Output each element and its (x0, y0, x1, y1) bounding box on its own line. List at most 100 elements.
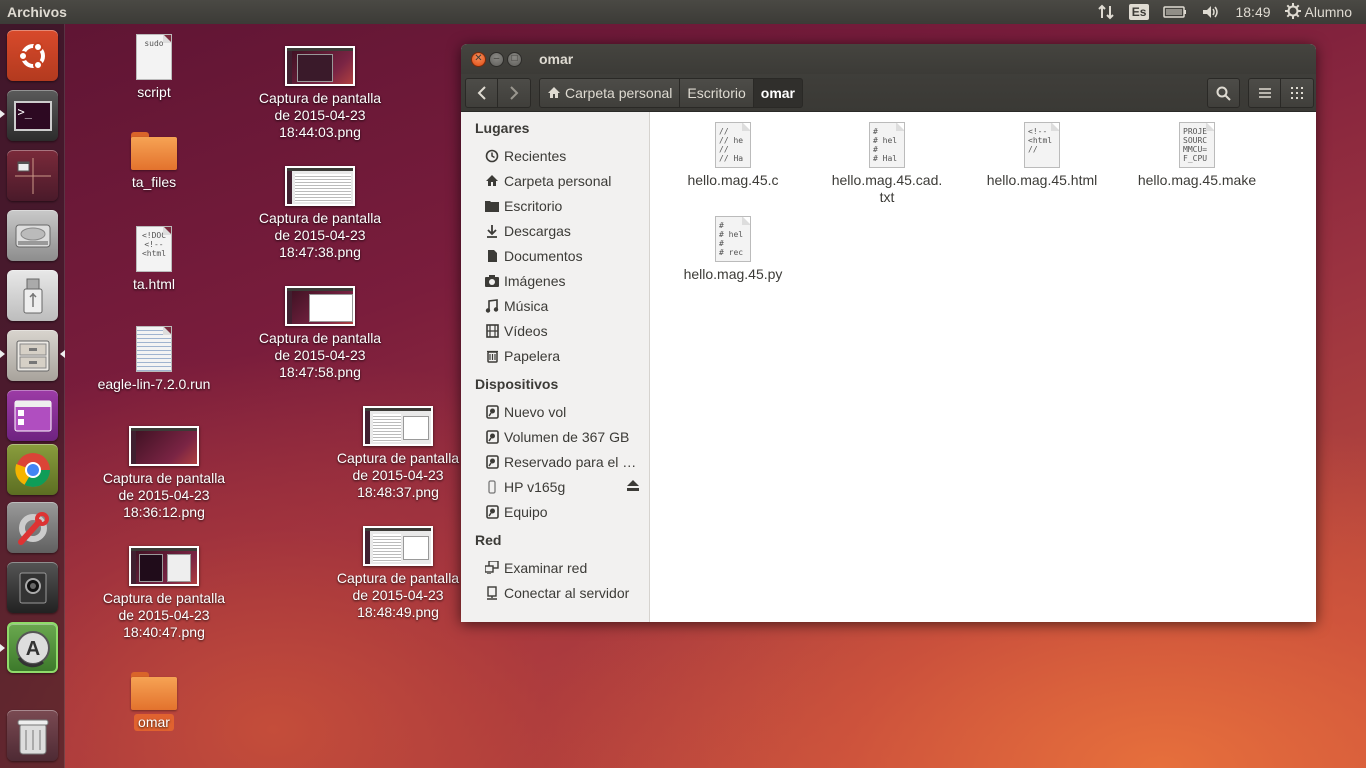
sidebar-item-descargas[interactable]: Descargas (461, 218, 649, 243)
image-thumbnail-icon (129, 426, 199, 466)
sidebar-item-label: Imágenes (504, 272, 566, 289)
back-button[interactable] (465, 77, 498, 108)
purple-app-icon[interactable] (7, 390, 58, 441)
terminal-icon[interactable]: >_ (7, 90, 58, 141)
file-manager-window: ✕ – □ omar Carpeta personal Escritorio o… (461, 44, 1316, 622)
file-manager-icon[interactable] (7, 330, 58, 381)
image-thumbnail-icon (285, 46, 355, 86)
window-titlebar[interactable]: ✕ – □ omar (461, 44, 1316, 74)
drive-icon (485, 454, 499, 469)
file-item[interactable]: # # hel # # Hal hello.mag.45.cad. txt (812, 122, 962, 206)
running-indicator (0, 110, 5, 118)
network-arrows-icon[interactable] (1097, 4, 1115, 20)
sidebar-item-conectar-servidor[interactable]: Conectar al servidor (461, 580, 649, 605)
sidebar-item-recientes[interactable]: Recientes (461, 143, 649, 168)
sidebar-item-volumen-367[interactable]: Volumen de 367 GB (461, 424, 649, 449)
eject-button[interactable] (627, 479, 639, 494)
desktop-folder-omar[interactable]: omar (114, 672, 194, 731)
clock[interactable]: 18:49 (1235, 4, 1270, 20)
folder-icon (131, 132, 177, 170)
sidebar-heading-places: Lugares (475, 120, 530, 136)
hard-drive-icon[interactable] (7, 210, 58, 261)
desktop-file-label: omar (134, 714, 174, 731)
sidebar-item-label: Vídeos (504, 322, 548, 339)
desktop-screenshot[interactable]: Captura de pantalla de 2015-04-23 18:44:… (245, 46, 395, 141)
desktop-folder-ta-files[interactable]: ta_files (114, 132, 194, 191)
sidebar-item-videos[interactable]: Vídeos (461, 318, 649, 343)
sidebar: Lugares Recientes Carpeta personal Escri… (461, 112, 650, 622)
volume-icon[interactable] (1201, 4, 1221, 20)
document-icon (485, 249, 499, 263)
sidebar-item-papelera[interactable]: Papelera (461, 343, 649, 368)
sidebar-item-carpeta-personal[interactable]: Carpeta personal (461, 168, 649, 193)
file-item[interactable]: // // he // // Ha hello.mag.45.c (658, 122, 808, 189)
forward-button[interactable] (498, 77, 531, 108)
desktop-screenshot[interactable]: Captura de pantalla de 2015-04-23 18:48:… (323, 526, 473, 621)
html-file-icon: <!-- <html // (1024, 122, 1060, 168)
session-menu[interactable]: Alumno (1284, 2, 1352, 22)
toolbar: Carpeta personal Escritorio omar (461, 74, 1316, 112)
search-button[interactable] (1207, 78, 1240, 108)
sidebar-item-musica[interactable]: Música (461, 293, 649, 318)
sidebar-item-hp-v165g[interactable]: HP v165g (461, 474, 649, 499)
sidebar-item-equipo[interactable]: Equipo (461, 499, 649, 524)
clock-icon (485, 149, 499, 163)
sidebar-item-nuevo-vol[interactable]: Nuevo vol (461, 399, 649, 424)
file-item[interactable]: PROJE SOURC MMCU= F_CPU hello.mag.45.mak… (1122, 122, 1272, 189)
sidebar-item-reservado[interactable]: Reservado para el … (461, 449, 649, 474)
sidebar-item-imagenes[interactable]: Imágenes (461, 268, 649, 293)
desktop-file-ta-html[interactable]: <!DOC <!-- <html ta.html (114, 226, 194, 293)
breadcrumb-home[interactable]: Carpeta personal (539, 77, 681, 108)
image-thumbnail-icon (285, 166, 355, 206)
desktop-file-script[interactable]: sudo script (114, 34, 194, 101)
breadcrumb-escritorio[interactable]: Escritorio (680, 77, 754, 108)
sidebar-item-label: Conectar al servidor (504, 584, 630, 601)
minimize-button[interactable]: – (489, 51, 504, 67)
file-name: hello.mag.45.c (687, 172, 779, 188)
text-file-icon: PROJE SOURC MMCU= F_CPU (1179, 122, 1215, 168)
chevron-left-icon (477, 85, 486, 100)
file-item[interactable]: <!-- <html // hello.mag.45.html (967, 122, 1117, 189)
desktop-screenshot[interactable]: Captura de pantalla de 2015-04-23 18:47:… (245, 286, 395, 381)
ubuntu-dash-icon[interactable] (7, 30, 58, 81)
chrome-icon[interactable] (7, 444, 58, 495)
app-menu-title[interactable]: Archivos (0, 4, 67, 20)
sidebar-item-label: HP v165g (504, 478, 566, 495)
window-title: omar (539, 51, 574, 67)
desktop-screenshot[interactable]: Captura de pantalla de 2015-04-23 18:48:… (323, 406, 473, 501)
top-panel: Archivos Es 18:49 Alumno (0, 0, 1366, 24)
file-name: hello.mag.45.cad. txt (831, 172, 943, 205)
usb-drive-icon[interactable] (7, 270, 58, 321)
workspace-switcher-icon[interactable] (7, 150, 58, 201)
desktop-screenshot[interactable]: Captura de pantalla de 2015-04-23 18:40:… (89, 546, 239, 641)
software-updater-icon[interactable]: A (7, 622, 58, 673)
desktop-screenshot[interactable]: Captura de pantalla de 2015-04-23 18:47:… (245, 166, 395, 261)
sidebar-item-label: Nuevo vol (504, 403, 567, 420)
music-note-icon (485, 298, 499, 313)
file-item[interactable]: # # hel # # rec hello.mag.45.py (658, 216, 808, 283)
folder-icon (131, 672, 177, 710)
sidebar-item-escritorio[interactable]: Escritorio (461, 193, 649, 218)
script-file-icon (136, 326, 172, 372)
maximize-button[interactable]: □ (507, 51, 522, 67)
grid-view-button[interactable] (1281, 78, 1314, 108)
grid-icon (1291, 87, 1303, 99)
sidebar-item-label: Descargas (504, 222, 571, 239)
sidebar-item-label: Recientes (504, 147, 567, 164)
desktop-file-eagle[interactable]: eagle-lin-7.2.0.run (84, 326, 224, 393)
battery-icon[interactable] (1163, 6, 1187, 18)
breadcrumb-label: Carpeta personal (565, 84, 673, 101)
sidebar-item-documentos[interactable]: Documentos (461, 243, 649, 268)
film-icon (485, 323, 499, 338)
desktop-file-label: script (137, 84, 171, 100)
list-view-button[interactable] (1248, 78, 1281, 108)
sidebar-item-examinar-red[interactable]: Examinar red (461, 555, 649, 580)
webcam-app-icon[interactable] (7, 562, 58, 613)
indicator-tray: Es 18:49 Alumno (1097, 0, 1366, 24)
keyboard-language-indicator[interactable]: Es (1128, 4, 1150, 20)
breadcrumb-omar[interactable]: omar (753, 77, 803, 108)
close-button[interactable]: ✕ (471, 51, 486, 67)
desktop-screenshot[interactable]: Captura de pantalla de 2015-04-23 18:36:… (89, 426, 239, 521)
system-settings-icon[interactable] (7, 502, 58, 553)
trash-icon[interactable] (7, 710, 58, 761)
